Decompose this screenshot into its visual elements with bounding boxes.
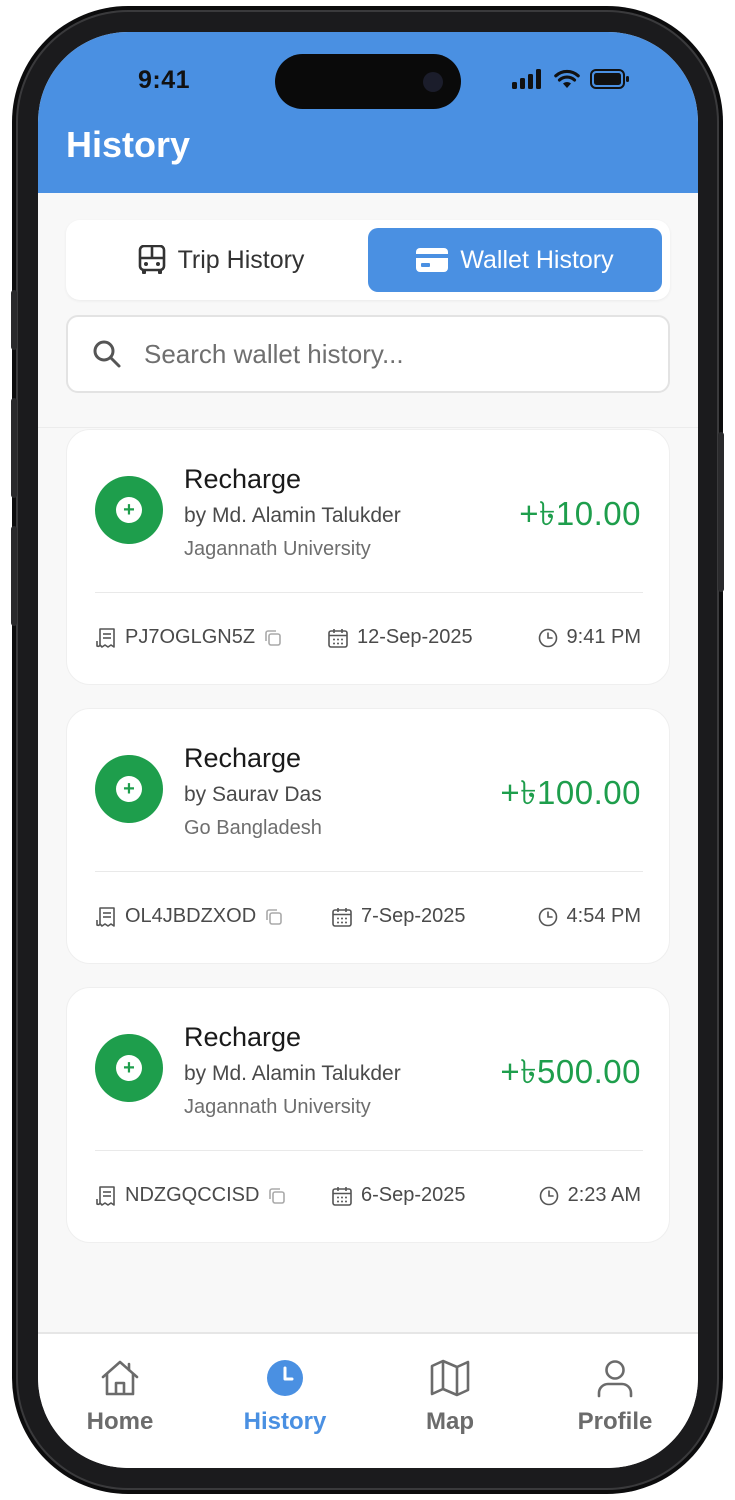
transaction-date-row: 7-Sep-2025 xyxy=(331,905,466,928)
card-divider xyxy=(95,592,643,593)
receipt-icon xyxy=(96,627,115,648)
transaction-org: Jagannath University xyxy=(184,538,371,560)
nav-map[interactable]: Map xyxy=(390,1358,510,1436)
transaction-title: Recharge xyxy=(184,1022,302,1052)
camera-icon xyxy=(423,72,443,92)
calendar-icon xyxy=(332,1186,352,1206)
transaction-time: 9:41 PM xyxy=(566,626,641,648)
transaction-amount: +৳10.00 xyxy=(519,495,641,532)
search-input[interactable] xyxy=(144,338,624,370)
transaction-card[interactable]: + Recharge by Md. Alamin Talukder Jagann… xyxy=(66,987,670,1243)
transaction-title: Recharge xyxy=(184,464,302,494)
transaction-id-row: NDZGQCCISD xyxy=(95,1184,287,1207)
divider xyxy=(38,427,698,428)
transaction-org: Go Bangladesh xyxy=(184,817,322,839)
transaction-title: Recharge xyxy=(184,743,302,773)
bus-icon xyxy=(138,245,165,274)
tab-trip-history-label: Trip History xyxy=(177,245,305,274)
transaction-by: by Saurav Das xyxy=(184,783,322,806)
card-divider xyxy=(95,871,643,872)
nav-profile[interactable]: Profile xyxy=(555,1358,675,1436)
clock-icon xyxy=(538,907,557,926)
nav-history-label: History xyxy=(243,1408,327,1435)
nav-history[interactable]: History xyxy=(225,1358,345,1436)
transaction-time: 2:23 AM xyxy=(567,1184,641,1206)
clock-icon xyxy=(539,1186,558,1205)
receipt-icon xyxy=(96,1185,115,1206)
signal-icon xyxy=(512,69,541,89)
dynamic-island xyxy=(275,54,461,109)
header: 9:41 History xyxy=(38,32,698,193)
transaction-id: OL4JBDZXOD xyxy=(125,905,257,927)
copy-icon[interactable] xyxy=(263,628,283,648)
transaction-date: 6-Sep-2025 xyxy=(361,1184,466,1206)
map-icon xyxy=(430,1359,470,1397)
nav-home[interactable]: Home xyxy=(60,1358,180,1436)
page-title: History xyxy=(66,124,191,165)
home-icon xyxy=(101,1360,139,1396)
transaction-id-row: PJ7OGLGN5Z xyxy=(95,626,283,649)
card-divider xyxy=(95,1150,643,1151)
wifi-icon xyxy=(554,69,580,88)
history-tabs: Trip History Wallet History xyxy=(66,220,670,300)
recharge-icon: + xyxy=(95,1034,163,1102)
search-bar xyxy=(66,315,670,393)
transaction-date: 7-Sep-2025 xyxy=(361,905,466,927)
transaction-time: 4:54 PM xyxy=(566,905,641,927)
receipt-icon xyxy=(96,906,115,927)
mute-switch xyxy=(11,290,17,350)
recharge-icon: + xyxy=(95,476,163,544)
transaction-amount: +৳100.00 xyxy=(500,774,641,811)
transaction-id-row: OL4JBDZXOD xyxy=(95,905,284,928)
copy-icon[interactable] xyxy=(267,1186,287,1206)
clock-icon xyxy=(538,628,557,647)
transaction-time-row: 2:23 AM xyxy=(538,1184,641,1207)
nav-profile-label: Profile xyxy=(577,1408,653,1435)
transaction-time-row: 4:54 PM xyxy=(537,905,641,928)
recharge-icon: + xyxy=(95,755,163,823)
nav-home-label: Home xyxy=(86,1408,154,1435)
search-icon xyxy=(93,340,121,368)
transaction-org: Jagannath University xyxy=(184,1096,371,1118)
transaction-date-row: 6-Sep-2025 xyxy=(331,1184,466,1207)
status-time: 9:41 xyxy=(138,66,191,94)
transaction-date-row: 12-Sep-2025 xyxy=(327,626,473,649)
tab-wallet-history[interactable]: Wallet History xyxy=(368,228,662,292)
clock-icon xyxy=(267,1360,303,1396)
transaction-time-row: 9:41 PM xyxy=(537,626,641,649)
nav-map-label: Map xyxy=(426,1408,474,1435)
app-screen: 9:41 History Trip History Wallet History… xyxy=(38,32,698,1468)
volume-up-button xyxy=(11,398,17,498)
calendar-icon xyxy=(328,628,348,648)
transaction-card[interactable]: + Recharge by Md. Alamin Talukder Jagann… xyxy=(66,429,670,685)
user-icon xyxy=(597,1360,633,1398)
tab-wallet-history-label: Wallet History xyxy=(460,245,614,274)
transaction-amount: +৳500.00 xyxy=(500,1053,641,1090)
transaction-id: PJ7OGLGN5Z xyxy=(125,626,256,648)
calendar-icon xyxy=(332,907,352,927)
bottom-nav: Home History Map Profile xyxy=(38,1332,698,1468)
power-button xyxy=(718,432,724,592)
credit-card-icon xyxy=(416,248,449,272)
copy-icon[interactable] xyxy=(264,907,284,927)
status-icons xyxy=(512,69,630,89)
tab-trip-history[interactable]: Trip History xyxy=(74,228,368,292)
transaction-id: NDZGQCCISD xyxy=(125,1184,260,1206)
transaction-by: by Md. Alamin Talukder xyxy=(184,1062,401,1085)
transaction-date: 12-Sep-2025 xyxy=(357,626,473,648)
transaction-by: by Md. Alamin Talukder xyxy=(184,504,401,527)
volume-down-button xyxy=(11,526,17,626)
battery-icon xyxy=(590,69,629,89)
transaction-card[interactable]: + Recharge by Saurav Das Go Bangladesh +… xyxy=(66,708,670,964)
